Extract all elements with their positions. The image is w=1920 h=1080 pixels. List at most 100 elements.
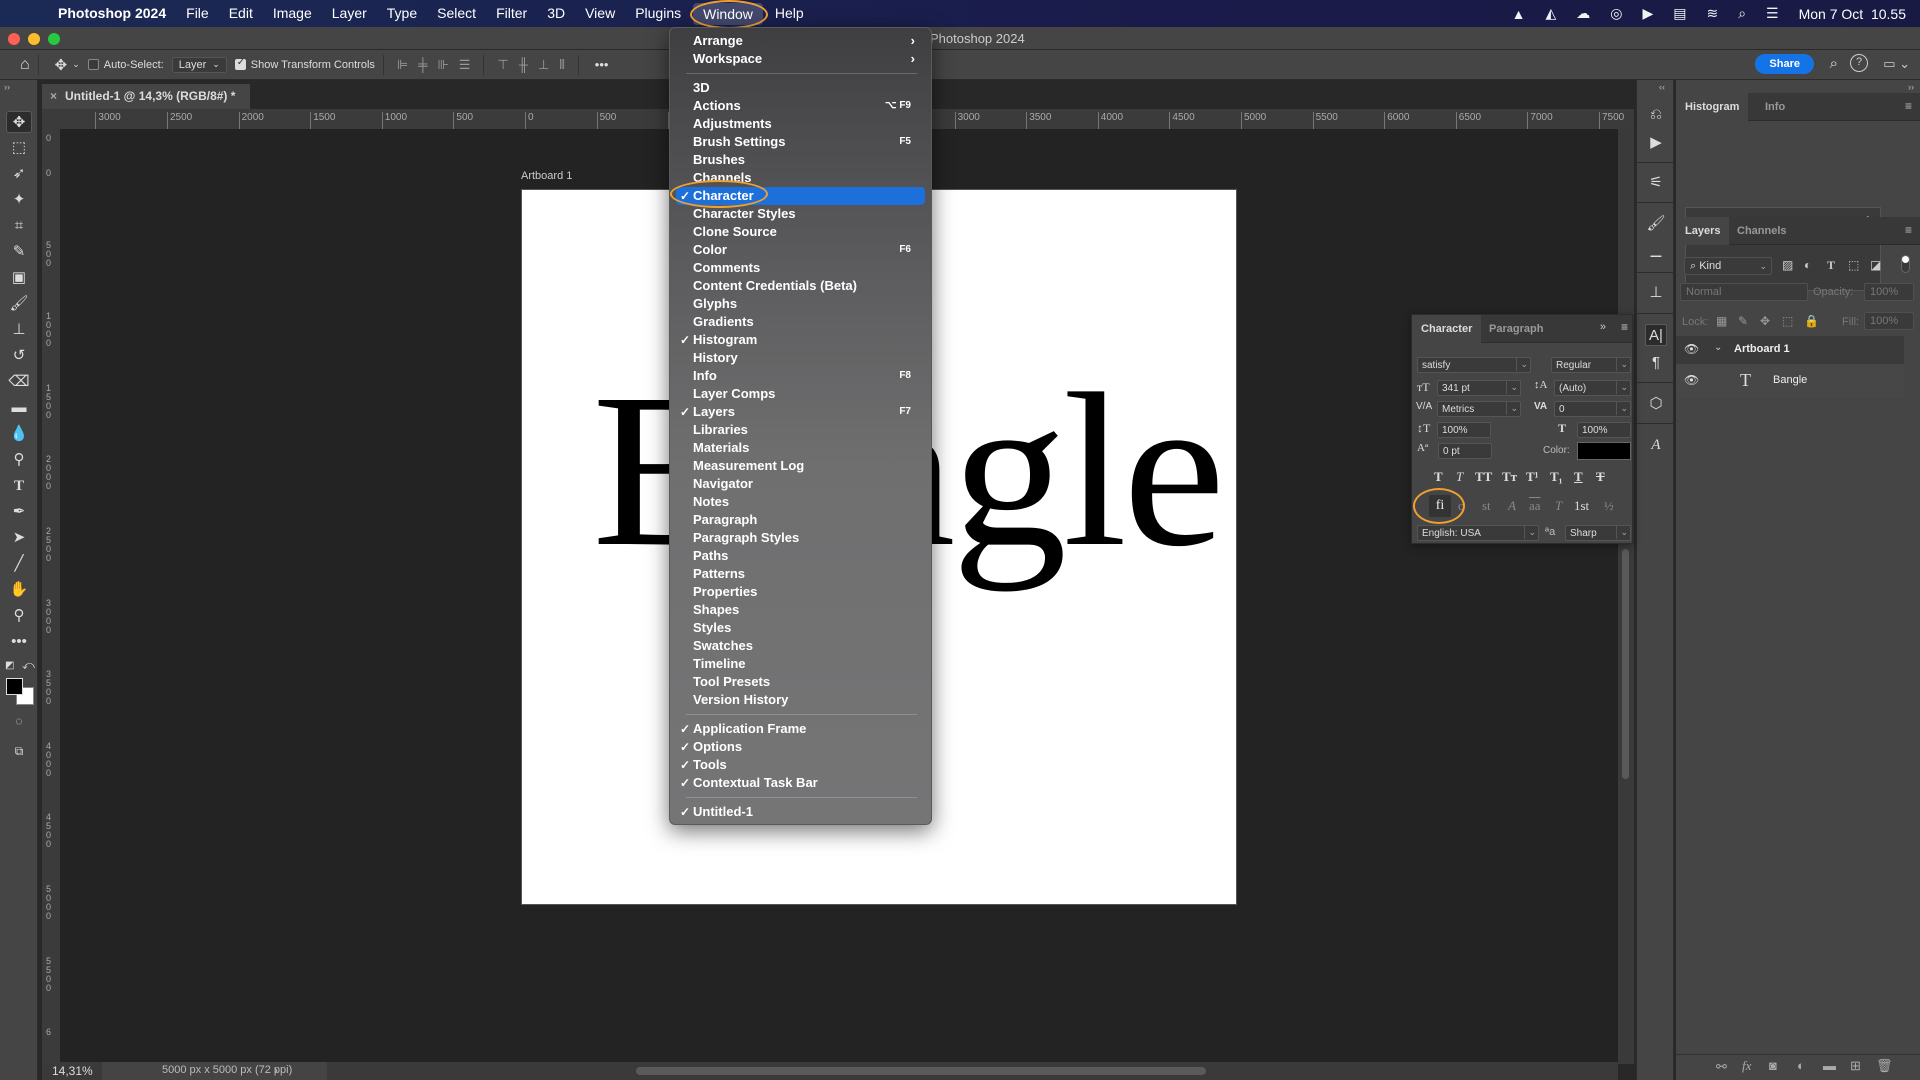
leading-field[interactable]: (Auto) ⌄ — [1554, 380, 1631, 396]
menu-help[interactable]: Help — [765, 0, 814, 27]
status-menu-arrow-icon[interactable]: › — [274, 1063, 278, 1077]
link-layers-icon[interactable]: ⚯ — [1716, 1059, 1727, 1075]
menu-item-3d[interactable]: 3D — [676, 79, 925, 97]
align-left-icon[interactable]: ⊫ — [397, 57, 408, 73]
adjustment-layer-icon[interactable]: ◐ — [1797, 1058, 1805, 1073]
tracking-field[interactable]: 0 ⌄ — [1554, 401, 1631, 417]
filter-toggle[interactable] — [1901, 255, 1910, 273]
menu-item-layers[interactable]: ✓ Layers F7 — [676, 403, 925, 421]
collapse-dock-icon[interactable]: ‹‹ — [1659, 82, 1665, 92]
menu-image[interactable]: Image — [263, 0, 322, 27]
menu-item-shapes[interactable]: Shapes — [676, 601, 925, 619]
history-brush-tool[interactable]: ↺ — [6, 345, 32, 367]
line-tool[interactable]: ╱ — [6, 553, 32, 575]
menu-item-swatches[interactable]: Swatches — [676, 637, 925, 655]
adjustments-panel-icon[interactable]: ⚟ — [1645, 172, 1667, 194]
menu-window[interactable]: Window — [693, 2, 763, 25]
brush-settings-panel-icon[interactable]: 🖌 — [1645, 213, 1667, 235]
faux-bold-button[interactable]: T — [1434, 469, 1443, 485]
menu-item-brushes[interactable]: Brushes — [676, 151, 925, 169]
menu-item-tool-presets[interactable]: Tool Presets — [676, 673, 925, 691]
menu-layer[interactable]: Layer — [322, 0, 377, 27]
show-transform-toggle[interactable]: Show Transform Controls — [234, 57, 375, 71]
auto-select-target-dropdown[interactable]: Layer ⌄ — [171, 56, 227, 73]
layer-name[interactable]: Artboard 1 — [1734, 343, 1790, 355]
menu-item-comments[interactable]: Comments — [676, 259, 925, 277]
menu-item-navigator[interactable]: Navigator — [676, 475, 925, 493]
menu-item-patterns[interactable]: Patterns — [676, 565, 925, 583]
filter-pixel-icon[interactable]: ▨ — [1782, 258, 1793, 272]
spotlight-icon[interactable]: ⌕ — [1738, 5, 1746, 22]
menu-item-brush-settings[interactable]: Brush Settings F5 — [676, 133, 925, 151]
new-group-icon[interactable]: ▬ — [1823, 1058, 1836, 1073]
share-button[interactable]: Share — [1755, 54, 1814, 74]
workspace-icon[interactable]: ▭ ⌄ — [1883, 56, 1910, 72]
tab-channels[interactable]: Channels — [1728, 217, 1796, 245]
menu-3d[interactable]: 3D — [537, 0, 575, 27]
contextual-alternates-button[interactable]: ơ — [1458, 498, 1465, 514]
menu-item-history[interactable]: History — [676, 349, 925, 367]
menu-item-layer-comps[interactable]: Layer Comps — [676, 385, 925, 403]
menu-item-workspace[interactable]: Workspace › — [676, 50, 925, 68]
font-style-dropdown[interactable]: Regular ⌄ — [1551, 357, 1631, 373]
menu-item-timeline[interactable]: Timeline — [676, 655, 925, 673]
menu-select[interactable]: Select — [427, 0, 486, 27]
delete-layer-icon[interactable]: 🗑 — [1876, 1058, 1893, 1074]
magic-wand-tool[interactable]: ✦ — [6, 189, 32, 211]
clone-source-panel-icon[interactable]: ⊥ — [1645, 282, 1667, 304]
actions-panel-icon[interactable]: ▶ — [1645, 132, 1667, 154]
menu-item-adjustments[interactable]: Adjustments — [676, 115, 925, 133]
history-panel-icon[interactable]: ⎌ — [1645, 104, 1667, 126]
swash-button[interactable]: A — [1508, 498, 1516, 514]
zoom-window-button[interactable] — [48, 33, 60, 45]
lock-artboard-icon[interactable]: ⬚ — [1782, 314, 1793, 328]
menu-plugins[interactable]: Plugins — [625, 0, 691, 27]
auto-select-checkbox[interactable] — [87, 59, 99, 70]
faux-italic-button[interactable]: T — [1456, 469, 1463, 485]
lock-all-icon[interactable]: 🔒 — [1804, 314, 1819, 328]
strikethrough-button[interactable]: T — [1596, 469, 1605, 485]
opacity-field[interactable]: 100% — [1864, 283, 1914, 301]
hand-tool[interactable]: ✋ — [6, 579, 32, 601]
antialias-dropdown[interactable]: Sharp ⌄ — [1565, 525, 1631, 541]
foreground-color-swatch[interactable] — [6, 678, 23, 695]
pen-tool[interactable]: ✒ — [6, 501, 32, 523]
menu-item-color[interactable]: Color F6 — [676, 241, 925, 259]
menu-item-measurement-log[interactable]: Measurement Log — [676, 457, 925, 475]
show-transform-checkbox[interactable] — [234, 57, 246, 70]
screen-mode-icon[interactable]: ⧉ — [6, 740, 32, 762]
menu-item-arrange[interactable]: Arrange › — [676, 32, 925, 50]
histogram-panel-menu-icon[interactable]: ≡ — [1905, 99, 1912, 113]
fill-field[interactable]: 100% — [1864, 312, 1914, 330]
help-icon[interactable]: ? — [1850, 54, 1868, 72]
baseline-shift-field[interactable]: 0 pt — [1438, 443, 1492, 459]
tab-info[interactable]: Info — [1756, 93, 1794, 121]
artboard-label[interactable]: Artboard 1 — [521, 170, 572, 182]
screen-icon[interactable]: ▤ — [1673, 5, 1686, 22]
filter-shape-icon[interactable]: ⬚ — [1848, 258, 1859, 272]
menu-item-actions[interactable]: Actions ⌥ F9 — [676, 97, 925, 115]
type-tool[interactable]: T — [6, 475, 32, 497]
lasso-tool[interactable]: ➶ — [6, 163, 32, 185]
stylistic-alternates-button[interactable]: aa — [1529, 498, 1541, 514]
menu-type[interactable]: Type — [377, 0, 427, 27]
search-icon[interactable]: ⌕ — [1830, 55, 1838, 72]
brushes-panel-icon[interactable]: ⚊ — [1645, 242, 1667, 264]
menu-filter[interactable]: Filter — [486, 0, 537, 27]
zoom-level[interactable]: 14,31% — [52, 1064, 93, 1078]
text-color-swatch[interactable] — [1577, 442, 1631, 460]
menu-view[interactable]: View — [575, 0, 625, 27]
menu-item-tools[interactable]: ✓ Tools — [676, 756, 925, 774]
character-panel-menu-icon[interactable]: ≡ — [1621, 320, 1628, 334]
creative-cloud-icon[interactable]: ☁ — [1576, 5, 1590, 22]
menu-item-application-frame[interactable]: ✓ Application Frame — [676, 720, 925, 738]
3d-panel-icon[interactable]: ⬡ — [1645, 393, 1667, 415]
menu-item-contextual-task-bar[interactable]: ✓ Contextual Task Bar — [676, 774, 925, 792]
default-colors-icon[interactable]: ◩ — [5, 660, 14, 671]
eyedropper-tool[interactable]: ✎ — [6, 241, 32, 263]
crop-tool[interactable]: ⌗ — [6, 215, 32, 237]
gradient-tool[interactable]: ▬ — [6, 397, 32, 419]
horizontal-scroll-thumb[interactable] — [636, 1067, 1206, 1075]
brush-tool[interactable]: 🖌 — [6, 293, 32, 315]
menu-item-paragraph-styles[interactable]: Paragraph Styles — [676, 529, 925, 547]
